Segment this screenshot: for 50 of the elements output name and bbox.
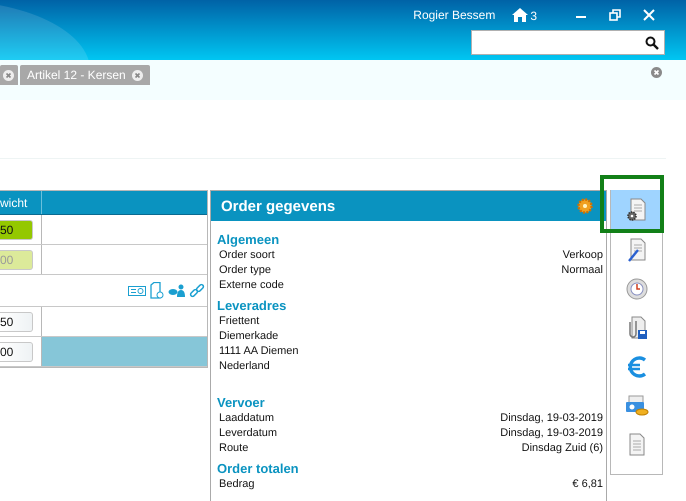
- euro-icon: [626, 356, 648, 378]
- search-field[interactable]: [471, 30, 665, 55]
- gear-icon[interactable]: [577, 198, 593, 214]
- input-field[interactable]: 00: [0, 342, 33, 362]
- link-icon[interactable]: [189, 282, 205, 298]
- field-value: € 6,81: [572, 477, 603, 492]
- input-field[interactable]: 50: [0, 220, 33, 240]
- document-icon: [626, 432, 646, 456]
- field-label: Route: [219, 441, 248, 456]
- field-label: Order type: [219, 263, 271, 278]
- field-label: Laaddatum: [219, 411, 274, 426]
- field-label: Order soort: [219, 248, 275, 263]
- field-value: Dinsdag, 19-03-2019: [500, 426, 603, 441]
- section-title: Vervoer: [217, 394, 266, 411]
- close-tab-icon[interactable]: [3, 70, 14, 80]
- section-title: Order totalen: [217, 460, 300, 477]
- field-label: Externe code: [219, 278, 284, 293]
- close-tab-icon[interactable]: [132, 70, 143, 80]
- document-gear-icon: [626, 198, 648, 222]
- table-row[interactable]: 00: [0, 337, 207, 367]
- search-icon[interactable]: [645, 36, 659, 50]
- user-name: Rogier Bessem: [413, 8, 496, 22]
- toolbar-button[interactable]: [611, 190, 662, 230]
- close-all-icon[interactable]: [651, 67, 662, 78]
- highlight-frame: [600, 175, 664, 233]
- document-pen-icon: [626, 238, 648, 262]
- restore-icon[interactable]: [609, 9, 621, 21]
- id-card-icon[interactable]: [128, 284, 146, 296]
- field-value: Verkoop: [562, 248, 603, 263]
- field-label: Bedrag: [219, 477, 254, 492]
- section-title: Algemeen: [217, 231, 280, 248]
- field-value: Dinsdag Zuid (6): [522, 441, 603, 456]
- tab[interactable]: [0, 65, 18, 85]
- document-icon[interactable]: [150, 282, 164, 299]
- section-title: Leveradres: [217, 297, 288, 314]
- column-header: wicht: [0, 191, 42, 214]
- address-line: Nederland: [218, 359, 271, 374]
- field-label: Leverdatum: [219, 426, 278, 441]
- address-line: Friettent: [218, 314, 260, 329]
- card-coins-icon: [624, 394, 648, 416]
- table-row[interactable]: 50: [0, 215, 207, 245]
- person-icon[interactable]: [168, 284, 185, 298]
- input-field[interactable]: 50: [0, 312, 33, 332]
- close-icon[interactable]: [643, 9, 655, 21]
- field-value: Normaal: [561, 263, 603, 278]
- clock-icon: [626, 278, 648, 300]
- address-line: 1111 AA Diemen: [218, 344, 300, 359]
- address-line: Diemerkade: [218, 329, 280, 344]
- field-value: Dinsdag, 19-03-2019: [500, 411, 603, 426]
- panel-title: Order gegevens: [221, 198, 336, 214]
